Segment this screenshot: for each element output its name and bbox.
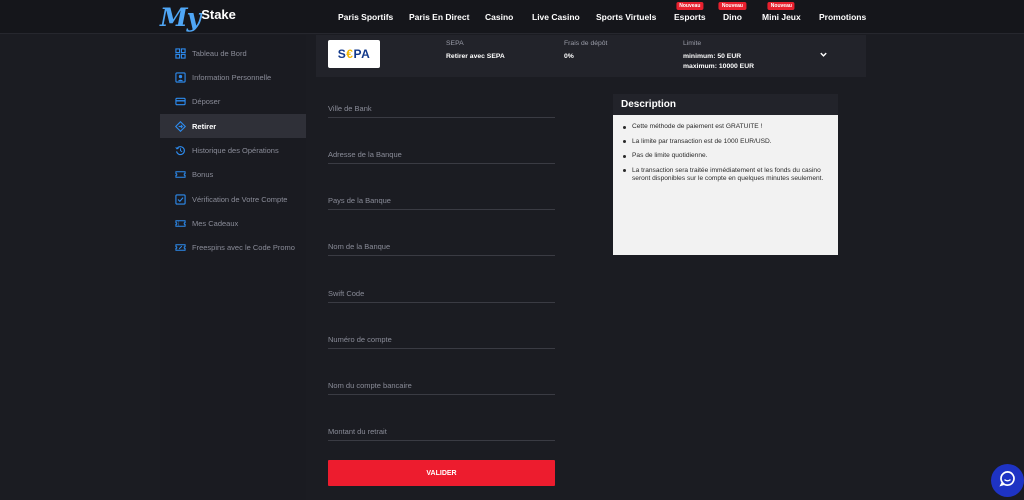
user-card-icon [174,71,186,83]
new-badge: Nouveau [676,2,704,10]
sidebar-item-label: Mes Cadeaux [192,218,239,228]
description-list: Cette méthode de paiement est GRATUITE !… [613,115,838,184]
sidebar-item-label: Vérification de Votre Compte [192,194,288,204]
sidebar-item-label: Déposer [192,96,221,106]
bank-name-input[interactable] [328,237,555,256]
bank-country-input[interactable] [328,191,555,210]
nav-label: Dino [723,12,742,22]
validate-button[interactable]: VALIDER [328,460,555,486]
sepa-logo-text: S€PA [337,47,371,61]
bank-country-field [328,190,555,210]
dashboard-icon [174,47,186,59]
check-square-icon [174,193,186,205]
payment-method-header[interactable]: S€PA SEPA Retirer avec SEPA Frais de dép… [316,35,866,77]
nav-casino[interactable]: Casino [485,12,513,22]
account-number-field [328,329,555,349]
chat-icon [999,470,1016,492]
method-value: Retirer avec SEPA [446,53,505,60]
sidebar-item-verification[interactable]: Vérification de Votre Compte [160,187,306,211]
sidebar-item-label: Historique des Opérations [192,145,279,155]
sidebar-item-withdraw[interactable]: Retirer [160,114,306,138]
fee-label: Frais de dépôt [564,40,608,47]
sidebar-item-label: Information Personnelle [192,72,272,82]
limit-label: Limite [683,40,702,47]
swift-code-input[interactable] [328,284,555,303]
main-nav: Paris Sportifs Paris En Direct Casino Li… [0,2,1024,26]
nav-label: Paris En Direct [409,12,470,22]
chevron-down-icon[interactable] [816,47,830,61]
method-label: SEPA [446,40,464,47]
nav-mini-jeux[interactable]: Mini Jeux Nouveau [762,2,801,22]
nav-esports[interactable]: Esports Nouveau [674,2,706,22]
sidebar-item-gifts[interactable]: Mes Cadeaux [160,211,306,235]
fee-value: 0% [564,53,574,60]
description-item: Pas de limite quotidienne. [623,152,830,161]
description-header: Description [613,94,838,115]
nav-live-casino[interactable]: Live Casino [532,12,580,22]
description-item: Cette méthode de paiement est GRATUITE ! [623,123,830,132]
sidebar-item-deposit[interactable]: Déposer [160,89,306,113]
bank-city-input[interactable] [328,99,555,118]
sidebar-item-label: Freespins avec le Code Promo [192,242,295,252]
nav-label: Mini Jeux [762,12,801,22]
nav-label: Promotions [819,12,867,22]
history-icon [174,144,186,156]
description-item: La transaction sera traitée immédiatemen… [623,167,830,184]
withdraw-amount-input[interactable] [328,422,555,441]
nav-paris-sportifs[interactable]: Paris Sportifs [338,12,393,22]
ticket-icon [174,168,186,180]
account-number-input[interactable] [328,330,555,349]
swift-code-field [328,283,555,303]
new-badge: Nouveau [718,2,746,10]
nav-label: Live Casino [532,12,580,22]
limit-column: Limite minimum: 50 EUR maximum: 10000 EU… [683,40,754,72]
withdraw-icon [174,120,186,132]
fee-column: Frais de dépôt 0% [564,40,607,62]
description-panel: Description Cette méthode de paiement es… [613,94,838,255]
nav-paris-en-direct[interactable]: Paris En Direct [409,12,469,22]
sidebar-item-freespins[interactable]: Freespins avec le Code Promo [160,235,306,259]
limit-max: maximum: 10000 EUR [683,63,755,70]
nav-dino[interactable]: Dino Nouveau [718,2,746,22]
method-column: SEPA Retirer avec SEPA [446,40,505,62]
new-badge: Nouveau [767,2,795,10]
nav-label: Esports [674,12,706,22]
bank-address-input[interactable] [328,145,555,164]
nav-label: Paris Sportifs [338,12,394,22]
account-sidebar: Tableau de Bord Information Personnelle … [160,35,306,500]
limit-min: minimum: 50 EUR [683,53,742,60]
card-icon [174,95,186,107]
sepa-logo: S€PA [328,40,380,68]
chat-button[interactable] [991,464,1024,497]
bank-address-field [328,144,555,164]
bank-name-field [328,236,555,256]
account-name-field [328,375,555,395]
sidebar-item-label: Retirer [192,121,217,131]
sidebar-item-label: Bonus [192,169,214,179]
gift-icon [174,217,186,229]
account-name-input[interactable] [328,376,555,395]
description-title: Description [621,99,677,110]
sidebar-item-personal-info[interactable]: Information Personnelle [160,65,306,89]
nav-sports-virtuels[interactable]: Sports Virtuels [596,12,656,22]
bank-city-field [328,98,555,118]
sidebar-item-label: Tableau de Bord [192,48,247,58]
promo-ticket-icon [174,241,186,253]
nav-label: Sports Virtuels [596,12,657,22]
sidebar-item-history[interactable]: Historique des Opérations [160,138,306,162]
top-bar: My Stake Paris Sportifs Paris En Direct … [0,0,1024,34]
description-item: La limite par transaction est de 1000 EU… [623,138,830,147]
sidebar-item-bonus[interactable]: Bonus [160,162,306,186]
withdraw-amount-field [328,421,555,441]
nav-label: Casino [485,12,514,22]
nav-promotions[interactable]: Promotions [819,12,866,22]
sidebar-item-dashboard[interactable]: Tableau de Bord [160,41,306,65]
